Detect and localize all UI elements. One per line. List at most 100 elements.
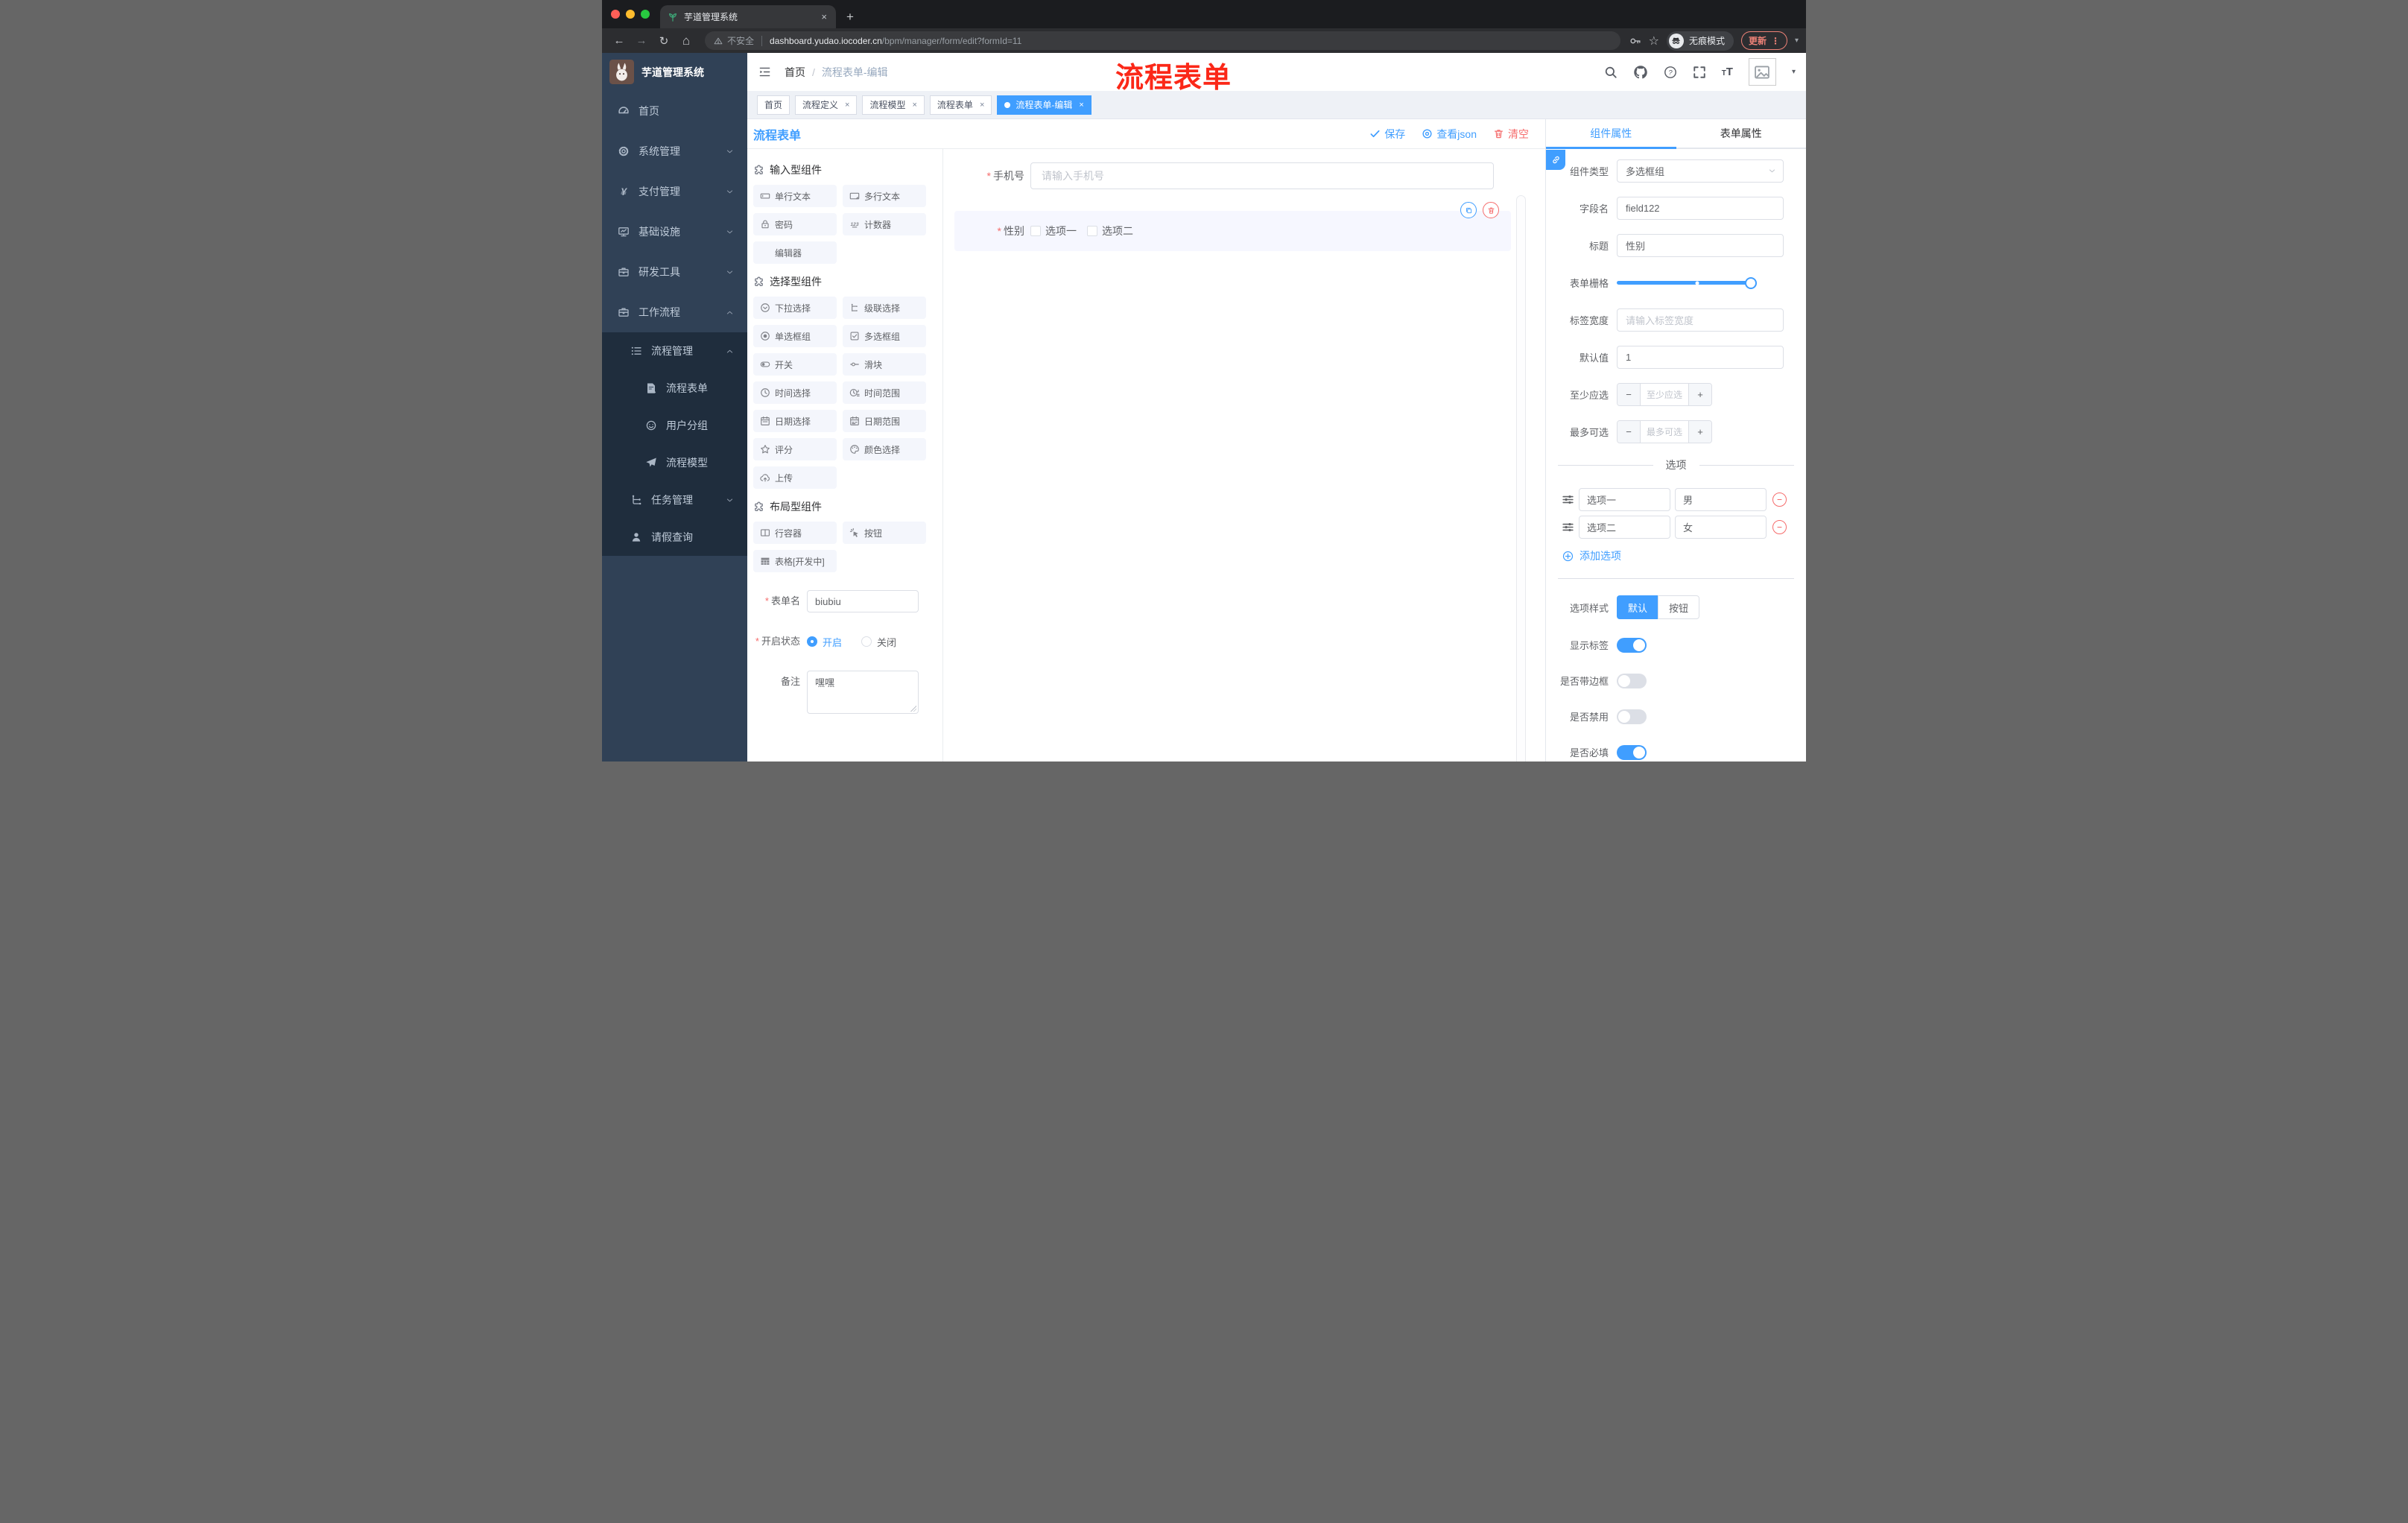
- font-size-icon[interactable]: TT: [1722, 66, 1733, 78]
- browser-menu-icon[interactable]: ⋮: [1771, 36, 1780, 46]
- gender-field-block-selected[interactable]: * 性别 选项一 选项二: [954, 202, 1511, 251]
- sidebar-item-系统管理[interactable]: 系统管理: [602, 131, 747, 171]
- forward-button[interactable]: →: [632, 34, 651, 47]
- prop-input-字段名[interactable]: field122: [1617, 197, 1784, 220]
- status-radio-on[interactable]: 开启: [807, 635, 842, 649]
- home-button[interactable]: ⌂: [677, 34, 696, 48]
- view-json-button[interactable]: 查看json: [1422, 127, 1477, 142]
- checkbox-icon[interactable]: [1087, 226, 1097, 236]
- route-tab-流程定义[interactable]: 流程定义 ×: [795, 95, 858, 115]
- macos-traffic-lights[interactable]: [602, 0, 660, 28]
- save-button[interactable]: 保存: [1369, 127, 1405, 142]
- address-bar[interactable]: 不安全 dashboard.yudao.iocoder.cn/bpm/manag…: [705, 31, 1620, 50]
- phone-field-row[interactable]: * 手机号 请输入手机号: [943, 162, 1545, 189]
- style-button-默认[interactable]: 默认: [1617, 595, 1658, 619]
- close-tab-icon[interactable]: ×: [845, 101, 849, 110]
- collapse-sidebar-icon[interactable]: [758, 66, 772, 78]
- sidebar-item-流程管理[interactable]: 流程管理: [602, 332, 747, 370]
- checkbox-option-选项一[interactable]: 选项一: [1030, 224, 1077, 238]
- tab-表单属性[interactable]: 表单属性: [1676, 119, 1807, 148]
- sidebar-item-支付管理[interactable]: ¥ 支付管理: [602, 171, 747, 212]
- component-item-单选框组[interactable]: 单选框组: [753, 325, 837, 347]
- route-tab-首页[interactable]: 首页: [757, 95, 790, 115]
- delete-component-button[interactable]: [1483, 202, 1499, 218]
- switch-是否带边框[interactable]: [1617, 673, 1647, 688]
- close-tab-icon[interactable]: ×: [818, 11, 830, 22]
- avatar-caret-icon[interactable]: ▾: [1792, 68, 1796, 76]
- option-value-input[interactable]: 男: [1675, 488, 1767, 511]
- switch-是否必填[interactable]: [1617, 744, 1647, 760]
- component-item-日期范围[interactable]: 日期范围: [843, 410, 926, 432]
- link-button[interactable]: [1546, 150, 1565, 170]
- password-key-icon[interactable]: [1629, 35, 1641, 47]
- add-option-button[interactable]: 添加选项: [1562, 548, 1806, 563]
- switch-显示标签[interactable]: [1617, 637, 1647, 653]
- avatar[interactable]: [1748, 58, 1776, 86]
- stepper-decrease-button[interactable]: −: [1618, 384, 1641, 405]
- route-tab-流程模型[interactable]: 流程模型 ×: [862, 95, 925, 115]
- component-item-评分[interactable]: 评分: [753, 438, 837, 460]
- form-canvas[interactable]: * 手机号 请输入手机号 * 性别 选项一 选项二: [943, 149, 1545, 762]
- option-value-input[interactable]: 女: [1675, 516, 1767, 539]
- component-item-行容器[interactable]: 行容器: [753, 522, 837, 544]
- close-window-button[interactable]: [611, 10, 620, 19]
- component-item-单行文本[interactable]: 单行文本: [753, 185, 837, 207]
- github-icon[interactable]: [1633, 65, 1648, 80]
- back-button[interactable]: ←: [609, 34, 629, 47]
- component-item-计数器[interactable]: 123 计数器: [843, 213, 926, 235]
- phone-field-input[interactable]: 请输入手机号: [1030, 162, 1494, 189]
- sidebar-item-流程表单[interactable]: 流程表单: [602, 370, 747, 407]
- search-icon[interactable]: [1604, 66, 1618, 79]
- form-remark-textarea[interactable]: 嘿嘿: [807, 671, 919, 714]
- close-tab-icon[interactable]: ×: [980, 101, 984, 110]
- resize-handle[interactable]: [910, 706, 916, 712]
- prop-input-默认值[interactable]: 1: [1617, 346, 1784, 369]
- form-name-input[interactable]: biubiu: [807, 590, 919, 612]
- browser-tab[interactable]: 芋道管理系统 ×: [660, 5, 836, 28]
- route-tab-流程表单[interactable]: 流程表单 ×: [929, 95, 992, 115]
- component-item-级联选择[interactable]: 级联选择: [843, 297, 926, 319]
- component-item-滑块[interactable]: 滑块: [843, 353, 926, 376]
- style-button-按钮[interactable]: 按钮: [1658, 595, 1700, 619]
- sidebar-item-研发工具[interactable]: 研发工具: [602, 252, 747, 292]
- prop-select-组件类型[interactable]: 多选框组: [1617, 159, 1784, 183]
- stepper-increase-button[interactable]: +: [1688, 421, 1711, 443]
- stepper-input[interactable]: 至少应选: [1641, 384, 1688, 405]
- chrome-caret-icon[interactable]: ▾: [1795, 37, 1799, 45]
- remove-option-button[interactable]: [1772, 520, 1787, 534]
- tab-组件属性[interactable]: 组件属性: [1546, 119, 1676, 149]
- component-item-表格[开发中][interactable]: 表格[开发中]: [753, 550, 837, 572]
- component-item-多选框组[interactable]: 多选框组: [843, 325, 926, 347]
- new-tab-button[interactable]: +: [846, 10, 854, 28]
- stepper-input[interactable]: 最多可选: [1641, 421, 1688, 443]
- remove-option-button[interactable]: [1772, 493, 1787, 507]
- prop-input-标题[interactable]: 性别: [1617, 234, 1784, 257]
- component-item-开关[interactable]: 开关: [753, 353, 837, 376]
- slider-handle[interactable]: [1745, 276, 1757, 289]
- copy-component-button[interactable]: [1460, 202, 1477, 218]
- checkbox-option-选项二[interactable]: 选项二: [1087, 224, 1133, 238]
- component-item-按钮[interactable]: 按钮: [843, 522, 926, 544]
- switch-是否禁用[interactable]: [1617, 709, 1647, 724]
- clear-button[interactable]: 清空: [1493, 127, 1529, 142]
- route-tab-流程表单-编辑[interactable]: 流程表单-编辑 ×: [997, 95, 1091, 115]
- component-item-密码[interactable]: 密码: [753, 213, 837, 235]
- close-tab-icon[interactable]: ×: [1079, 101, 1083, 110]
- component-item-上传[interactable]: 上传: [753, 466, 837, 489]
- fullscreen-icon[interactable]: [1693, 66, 1706, 79]
- canvas-scrollbar[interactable]: [1516, 195, 1526, 762]
- update-button[interactable]: 更新 ⋮: [1740, 31, 1787, 50]
- stepper-decrease-button[interactable]: −: [1618, 421, 1641, 443]
- component-item-多行文本[interactable]: 多行文本: [843, 185, 926, 207]
- component-item-时间范围[interactable]: 时间范围: [843, 381, 926, 404]
- breadcrumb-home[interactable]: 首页: [785, 65, 805, 80]
- minimize-window-button[interactable]: [626, 10, 635, 19]
- bookmark-star-icon[interactable]: ☆: [1649, 34, 1659, 48]
- slider-track[interactable]: [1617, 276, 1757, 289]
- stepper-increase-button[interactable]: +: [1688, 384, 1711, 405]
- close-tab-icon[interactable]: ×: [912, 101, 916, 110]
- reload-button[interactable]: ↻: [654, 34, 674, 48]
- sidebar-item-流程模型[interactable]: 流程模型: [602, 444, 747, 481]
- status-radio-off[interactable]: 关闭: [861, 635, 896, 649]
- maximize-window-button[interactable]: [641, 10, 650, 19]
